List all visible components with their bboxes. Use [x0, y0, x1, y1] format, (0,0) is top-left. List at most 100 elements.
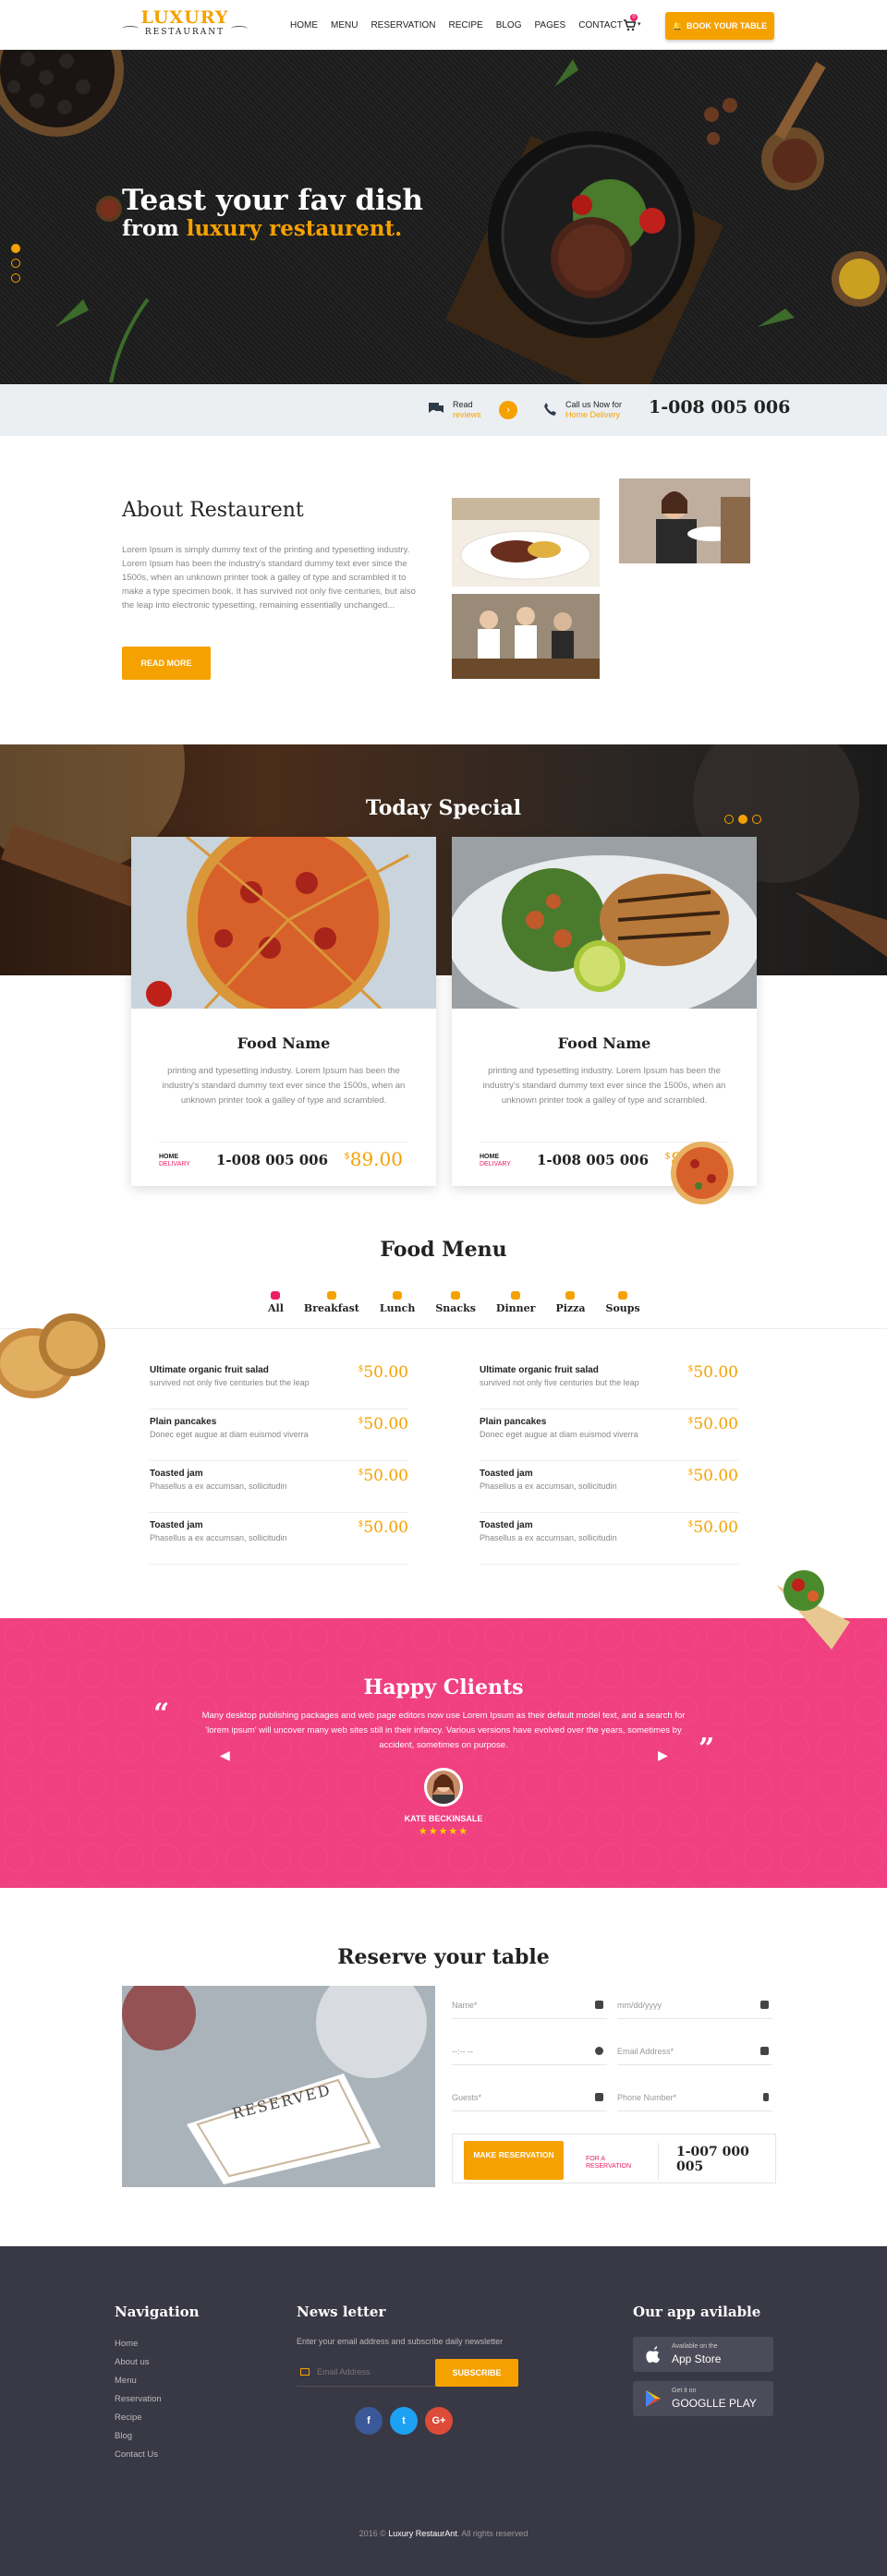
pizza-decoration	[671, 1142, 734, 1204]
guests-field[interactable]: Guests*	[452, 2087, 607, 2111]
info-phone[interactable]: 1-008 005 006	[649, 397, 790, 417]
reservation-phone: 1-007 000 005	[676, 2145, 749, 2174]
footer-link[interactable]: About us	[115, 2357, 162, 2367]
main-nav: HOME MENU RESERVATION RECIPE BLOG PAGES …	[290, 20, 623, 30]
reserved-photo: RESERVED	[122, 1986, 435, 2187]
facebook-icon[interactable]: f	[355, 2407, 383, 2435]
clock-icon	[595, 2047, 603, 2055]
app-store-button[interactable]: Available on the App Store	[633, 2337, 773, 2372]
brand-link[interactable]: Luxury RestaurAnt	[388, 2529, 457, 2538]
tab-dinner[interactable]: Dinner	[496, 1291, 535, 1314]
footer-link[interactable]: Reservation	[115, 2394, 162, 2404]
chevron-down-icon: ▾	[638, 21, 641, 28]
chicken-salad-image	[452, 837, 757, 1009]
tab-soups[interactable]: Soups	[606, 1291, 640, 1314]
footer-link[interactable]: Recipe	[115, 2413, 162, 2423]
slider-dot[interactable]	[752, 815, 761, 824]
rating-stars: ★★★★★	[418, 1826, 469, 1837]
nav-reservation[interactable]: RESERVATION	[371, 20, 435, 30]
twitter-icon[interactable]: t	[390, 2407, 418, 2435]
nav-menu[interactable]: MENU	[331, 20, 358, 30]
name-field[interactable]: Name*	[452, 1995, 607, 2019]
google-plus-icon[interactable]: G+	[425, 2407, 453, 2435]
bell-icon: 🔔	[672, 21, 684, 30]
book-table-button[interactable]: 🔔 BOOK YOUR TABLE	[665, 12, 774, 40]
nav-blog[interactable]: BLOG	[496, 20, 522, 30]
nav-home[interactable]: HOME	[290, 20, 318, 30]
food-menu-title: Food Menu	[380, 1238, 507, 1262]
book-table-label: BOOK YOUR TABLE	[687, 21, 768, 30]
dinner-icon	[511, 1291, 521, 1300]
clients-title: Happy Clients	[363, 1675, 524, 1699]
footer-link[interactable]: Contact Us	[115, 2449, 162, 2460]
menu-divider	[0, 1328, 887, 1329]
nav-contact[interactable]: CONTACT	[578, 20, 623, 30]
cart-icon[interactable]: 0 ▾	[623, 14, 645, 31]
footer: Navigation Home About us Menu Reservatio…	[0, 2246, 887, 2576]
slider-dot[interactable]	[11, 259, 20, 268]
slider-dot[interactable]	[724, 815, 734, 824]
read-reviews[interactable]: Read reviews	[453, 400, 481, 420]
date-field[interactable]: mm/dd/yyyy	[617, 1995, 772, 2019]
menu-item[interactable]: Plain pancakes Donec eget augue at diam e…	[150, 1409, 408, 1461]
menu-item[interactable]: Toasted jam Phasellus a ex accumsan, soll…	[150, 1513, 408, 1565]
tab-snacks[interactable]: Snacks	[435, 1291, 476, 1314]
slider-dot[interactable]	[738, 815, 747, 824]
nav-recipe[interactable]: RECIPE	[448, 20, 482, 30]
app-title: Our app avilable	[633, 2304, 761, 2320]
tab-breakfast[interactable]: Breakfast	[304, 1291, 359, 1314]
about-text: Lorem Ipsum is simply dummy text of the …	[122, 545, 416, 611]
subscribe-button[interactable]: SUBSCRIBE	[435, 2359, 518, 2387]
mail-icon	[300, 2368, 310, 2376]
users-icon	[595, 2093, 603, 2101]
about-photo-chefs	[452, 594, 600, 679]
food-name: Food Name	[557, 1034, 651, 1052]
info-bar: Read reviews › Call us Now for Home Delive…	[0, 384, 887, 436]
menu-item[interactable]: Ultimate organic fruit salad survived not…	[480, 1358, 738, 1409]
nav-pages[interactable]: PAGES	[535, 20, 566, 30]
tab-pizza[interactable]: Pizza	[555, 1291, 586, 1314]
footer-link[interactable]: Menu	[115, 2376, 162, 2386]
menu-item[interactable]: Toasted jam Phasellus a ex accumsan, soll…	[150, 1461, 408, 1513]
slider-dot[interactable]	[11, 244, 20, 253]
google-play-button[interactable]: Get it on GOOGLLE PLAY	[633, 2381, 773, 2416]
quote-close-icon: ”	[699, 1733, 715, 1765]
slider-dot[interactable]	[11, 273, 20, 283]
logo[interactable]: LUXURY RESTAURANT	[120, 9, 249, 41]
special-card[interactable]: Food Name printing and typesetting indus…	[131, 837, 436, 1186]
card-footer: HOMEDELIVARY 1-008 005 006 $89.00	[159, 1142, 408, 1175]
footer-link[interactable]: Blog	[115, 2431, 162, 2441]
tab-all[interactable]: All	[268, 1291, 284, 1314]
about-photo-dish	[452, 498, 600, 587]
pizza-image	[131, 837, 436, 1009]
read-more-button[interactable]: READ MORE	[122, 647, 211, 680]
special-slider-dots	[724, 815, 761, 824]
logo-text-bottom: RESTAURANT	[144, 28, 225, 37]
for-reservation-label: FOR A RESERVATION	[586, 2156, 632, 2170]
card-phone: 1-008 005 006	[216, 1152, 329, 1168]
arrow-right-icon[interactable]: ›	[499, 401, 517, 419]
menu-item[interactable]: Ultimate organic fruit salad survived not…	[150, 1358, 408, 1409]
footer-nav: Home About us Menu Reservation Recipe Bl…	[115, 2339, 162, 2460]
mail-icon	[760, 2047, 769, 2055]
phone-field[interactable]: Phone Number*	[617, 2087, 772, 2111]
logo-text-top: LUXURY	[140, 7, 229, 28]
footer-link[interactable]: Home	[115, 2339, 162, 2349]
newsletter-email-input[interactable]: Email Address	[297, 2359, 435, 2387]
card-price: $89.00	[344, 1148, 403, 1170]
menu-item[interactable]: Toasted jam Phasellus a ex accumsan, soll…	[480, 1461, 738, 1513]
newsletter-title: News letter	[297, 2304, 386, 2320]
tab-lunch[interactable]: Lunch	[380, 1291, 415, 1314]
menu-item[interactable]: Plain pancakes Donec eget augue at diam e…	[480, 1409, 738, 1461]
menu-item[interactable]: Toasted jam Phasellus a ex accumsan, soll…	[480, 1513, 738, 1565]
logo-ornament-left	[122, 26, 139, 31]
phone-icon	[544, 403, 556, 416]
hero-banner: Teast your fav dish from luxury restaure…	[0, 50, 887, 384]
make-reservation-button[interactable]: MAKE RESERVATION	[464, 2141, 564, 2180]
hero-subtitle: from luxury restaurent.	[122, 216, 403, 241]
breakfast-icon	[326, 1291, 336, 1300]
time-field[interactable]: --:-- --	[452, 2041, 607, 2065]
email-field[interactable]: Email Address*	[617, 2041, 772, 2065]
footer-nav-title: Navigation	[115, 2304, 200, 2320]
menu-tabs: All Breakfast Lunch Snacks Dinner Pizza …	[268, 1291, 640, 1314]
